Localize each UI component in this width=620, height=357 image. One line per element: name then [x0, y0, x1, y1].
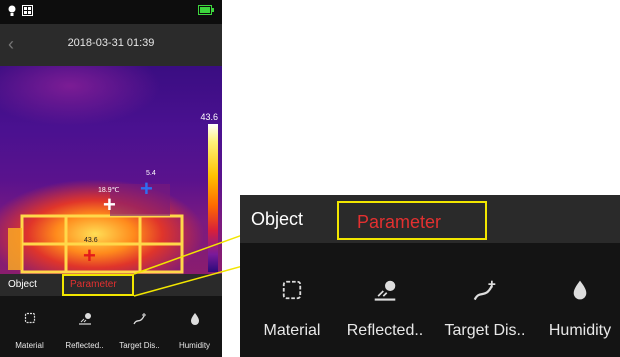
target-distance-icon: [132, 313, 146, 325]
scale-max-label: 43.6: [200, 112, 218, 122]
param-material-button[interactable]: Material: [2, 296, 57, 357]
temperature-scale-bar: [208, 124, 218, 272]
zoom-param-humidity-button[interactable]: Humidity: [540, 243, 620, 357]
battery-icon: [198, 5, 214, 15]
status-bar: [0, 0, 222, 24]
thermal-image[interactable]: 43.6 18.9℃ + 5.4 + 43.6 +: [0, 66, 222, 274]
gallery-icon: [22, 5, 33, 16]
zoom-param-label: Target Dis..: [444, 322, 526, 339]
zoom-callout: Object Parameter Material Reflected.. Ta…: [240, 195, 620, 357]
tab-bar: Object Parameter: [0, 274, 222, 296]
zoom-param-reflected-button[interactable]: Reflected..: [340, 243, 430, 357]
humidity-icon: [190, 313, 199, 325]
zoom-param-label: Reflected..: [346, 322, 424, 339]
material-icon: [282, 280, 302, 300]
param-label: Reflected..: [65, 341, 104, 350]
zoom-tab-parameter[interactable]: Parameter: [337, 201, 487, 240]
param-label: Material: [15, 341, 44, 350]
reflected-icon: [78, 313, 91, 325]
param-reflected-button[interactable]: Reflected..: [57, 296, 112, 357]
building-outline: [8, 184, 184, 274]
zoom-param-label: Material: [263, 322, 321, 339]
hot-spot-crosshair-icon[interactable]: +: [83, 245, 96, 267]
tab-parameter[interactable]: Parameter: [62, 274, 134, 296]
phone-screen: ‹ 2018-03-31 01:39 43.6 18.9℃ + 5.4 + 43…: [0, 0, 222, 357]
tab-parameter-label: Parameter: [70, 279, 117, 290]
target-distance-icon: [473, 280, 496, 301]
cold-spot-crosshair-icon[interactable]: +: [140, 178, 153, 200]
zoom-tab-object[interactable]: Object: [251, 209, 303, 230]
zoom-tab-bar: Object Parameter: [240, 195, 620, 243]
parameter-bar: Material Reflected.. Target Dis.. Humidi…: [0, 296, 222, 357]
param-label: Target Dis..: [119, 341, 160, 350]
param-label: Humidity: [178, 341, 211, 350]
param-target-distance-button[interactable]: Target Dis..: [112, 296, 167, 357]
zoom-tab-parameter-label: Parameter: [357, 212, 442, 232]
material-icon: [24, 312, 35, 324]
tab-object[interactable]: Object: [8, 279, 37, 290]
param-humidity-button[interactable]: Humidity: [167, 296, 222, 357]
bulb-icon: [8, 5, 16, 16]
zoom-param-material-button[interactable]: Material: [252, 243, 332, 357]
crosshair-icon[interactable]: +: [103, 194, 116, 216]
humidity-icon: [573, 280, 587, 300]
app-bar: ‹ 2018-03-31 01:39: [0, 24, 222, 66]
reflected-icon: [374, 280, 396, 301]
zoom-param-label: Humidity: [548, 322, 612, 339]
capture-timestamp: 2018-03-31 01:39: [67, 37, 155, 49]
zoom-param-target-distance-button[interactable]: Target Dis..: [435, 243, 535, 357]
